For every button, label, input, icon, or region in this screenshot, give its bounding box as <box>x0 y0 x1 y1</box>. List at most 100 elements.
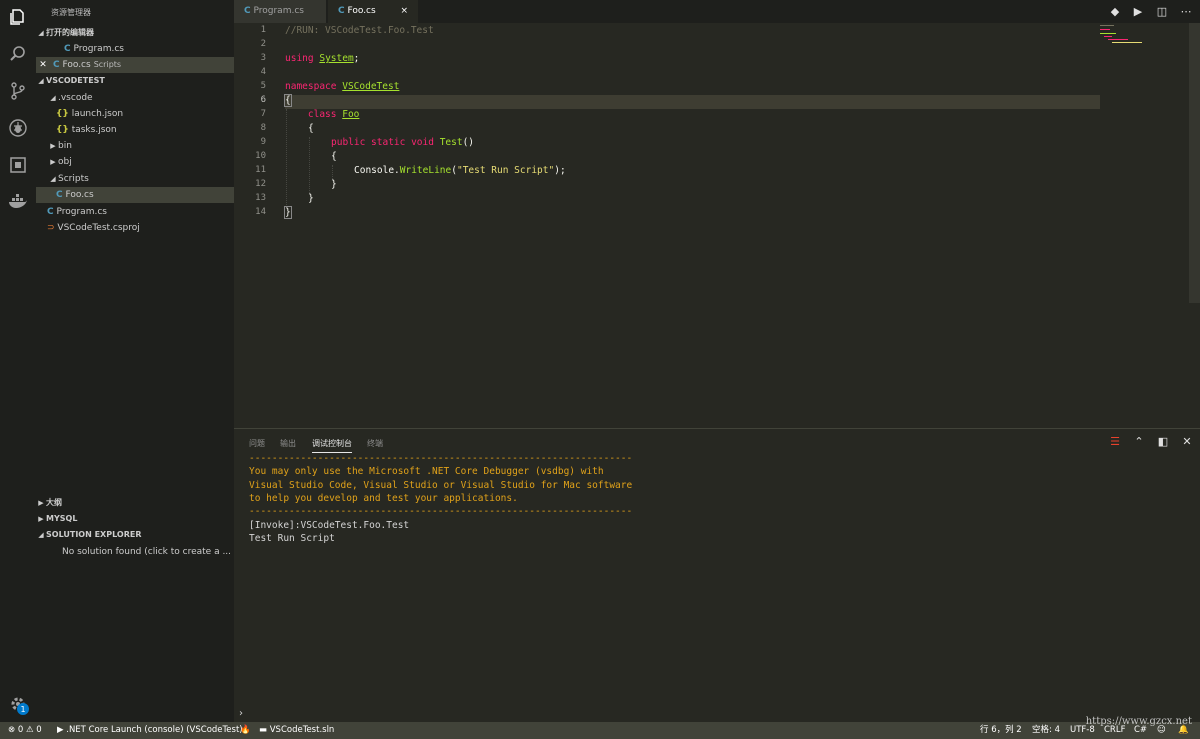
tree-folder[interactable]: ◢ .vscode <box>36 90 234 106</box>
code-line-5: namespace VSCodeTest <box>285 81 400 92</box>
source-control-icon[interactable] <box>6 79 30 103</box>
solution-explorer-header[interactable]: ◢ SOLUTION EXPLORER <box>36 527 234 543</box>
minimap[interactable] <box>1100 23 1150 63</box>
line-number: 9 <box>260 137 266 147</box>
tab-foo-cs[interactable]: C Foo.cs × <box>328 0 418 23</box>
settings-update-badge: 1 <box>17 703 29 715</box>
chevron-right-icon: ▶ <box>50 142 56 150</box>
search-icon[interactable] <box>6 42 30 66</box>
console-line: Visual Studio Code, Visual Studio or Vis… <box>249 480 633 491</box>
explorer-icon[interactable] <box>6 5 30 29</box>
indent-guide <box>332 165 333 179</box>
clear-console-icon[interactable]: ☰ <box>1108 435 1122 449</box>
tab-program-cs[interactable]: C Program.cs <box>234 0 326 23</box>
tree-file[interactable]: ⊃ VSCodeTest.csproj <box>36 220 234 236</box>
bottom-panel: 问题 输出 调试控制台 终端 ☰ ⌃ ◧ ✕ -----------------… <box>234 428 1200 723</box>
extensions-icon[interactable] <box>6 153 30 177</box>
chevron-right-icon: ▶ <box>38 515 44 523</box>
code-line-14: } <box>284 206 292 219</box>
code-line-10: { <box>331 151 337 162</box>
tree-file[interactable]: C Program.cs <box>36 204 234 220</box>
solution-selector[interactable]: ▬ VSCodeTest.sln <box>259 722 334 739</box>
code-line-12: } <box>331 179 337 190</box>
watermark: https://www.gzcx.net <box>1085 716 1192 727</box>
tree-folder[interactable]: ◢ Scripts <box>36 171 234 187</box>
open-editor-item[interactable]: C Program.cs <box>36 41 234 57</box>
editor-scrollbar[interactable] <box>1189 23 1200 303</box>
tab-close-button[interactable]: × <box>400 0 408 23</box>
chevron-down-icon: ◢ <box>38 531 44 539</box>
line-number: 4 <box>260 67 266 77</box>
docker-icon[interactable] <box>6 190 30 214</box>
indent-guide <box>309 137 310 193</box>
indentation[interactable]: 空格: 4 <box>1032 722 1060 739</box>
line-number: 5 <box>260 81 266 91</box>
chevron-down-icon: ◢ <box>38 29 44 37</box>
line-number: 2 <box>260 39 266 49</box>
line-number: 11 <box>255 165 266 175</box>
console-line: You may only use the Microsoft .NET Core… <box>249 466 604 477</box>
json-file-icon: {} <box>56 125 69 135</box>
chevron-right-icon: ▶ <box>38 499 44 507</box>
tab-problems[interactable]: 问题 <box>249 438 265 449</box>
problems-indicator[interactable]: ⊗ 0 ⚠ 0 <box>8 722 42 739</box>
open-editors-header[interactable]: ◢ 打开的编辑器 <box>36 25 234 41</box>
tab-output[interactable]: 输出 <box>280 438 296 449</box>
line-number: 6 <box>260 95 266 105</box>
close-icon[interactable]: ✕ <box>36 57 50 73</box>
json-file-icon: {} <box>56 109 69 119</box>
status-bar: ⊗ 0 ⚠ 0 ▶ .NET Core Launch (console) (VS… <box>0 716 1200 739</box>
console-line: Test Run Script <box>249 533 335 544</box>
open-editor-item[interactable]: ✕ C Foo.cs Scripts <box>36 57 234 73</box>
toggle-panel-position-icon[interactable]: ◧ <box>1156 435 1170 449</box>
line-number: 7 <box>260 109 266 119</box>
run-icon[interactable]: ▶ <box>1130 4 1146 20</box>
debug-icon[interactable] <box>6 116 30 140</box>
cursor-position[interactable]: 行 6，列 2 <box>980 722 1022 739</box>
outline-header[interactable]: ▶ 大纲 <box>36 495 234 511</box>
code-line-13: } <box>308 193 314 204</box>
mysql-header[interactable]: ▶ MYSQL <box>36 511 234 527</box>
console-line: to help you develop and test your applic… <box>249 493 518 504</box>
code-runner-icon[interactable]: ◆ <box>1107 4 1123 20</box>
sidebar-title: 资源管理器 <box>51 8 91 17</box>
play-icon: ▶ <box>57 725 64 735</box>
chevron-down-icon: ◢ <box>50 94 56 102</box>
activity-bar: 1 <box>0 0 36 722</box>
code-editor[interactable]: 1 2 3 4 5 6 7 8 9 10 11 12 13 14 //RUN: … <box>234 23 1200 428</box>
close-panel-icon[interactable]: ✕ <box>1180 435 1194 449</box>
more-actions-icon[interactable]: ⋯ <box>1178 4 1194 20</box>
csharp-file-icon: C <box>244 6 251 16</box>
tree-folder[interactable]: ▶ obj <box>36 154 234 170</box>
rss-file-icon: ⊃ <box>47 223 55 233</box>
chevron-up-icon[interactable]: ⌃ <box>1132 435 1146 449</box>
console-line: ----------------------------------------… <box>249 453 633 464</box>
line-number: 13 <box>255 193 266 203</box>
tree-folder[interactable]: ▶ bin <box>36 138 234 154</box>
folder-icon: ▬ <box>259 725 268 735</box>
explorer-sidebar: 资源管理器 ◢ 打开的编辑器 C Program.cs ✕ C Foo.cs Scri… <box>36 0 234 722</box>
line-number: 14 <box>255 207 266 217</box>
csharp-file-icon: C <box>338 6 345 16</box>
console-input[interactable]: › <box>239 708 243 719</box>
current-line-highlight <box>285 95 1100 109</box>
console-line: [Invoke]:VSCodeTest.Foo.Test <box>249 520 410 531</box>
chevron-right-icon: ▶ <box>50 158 56 166</box>
code-line-3: using System; <box>285 53 360 64</box>
csharp-file-icon: C <box>64 44 71 54</box>
tab-debug-console[interactable]: 调试控制台 <box>312 438 352 453</box>
code-line-6: { <box>284 94 292 107</box>
project-header[interactable]: ◢ VSCODETEST <box>36 73 234 89</box>
debug-launch-config[interactable]: ▶ .NET Core Launch (console) (VSCodeTest… <box>57 722 243 739</box>
code-line-11: Console.WriteLine("Test Run Script"); <box>354 165 566 176</box>
tree-file[interactable]: {} launch.json <box>36 106 234 122</box>
tab-terminal[interactable]: 终端 <box>367 438 383 449</box>
tree-file[interactable]: {} tasks.json <box>36 122 234 138</box>
tree-file[interactable]: C Foo.cs <box>36 187 234 203</box>
split-editor-icon[interactable]: ◫ <box>1154 4 1170 20</box>
line-number: 8 <box>260 123 266 133</box>
chevron-down-icon: ◢ <box>38 77 44 85</box>
code-line-7: class Foo <box>307 109 360 120</box>
solution-message[interactable]: No solution found (click to create a ... <box>62 544 232 560</box>
flame-icon[interactable]: 🔥 <box>240 722 251 739</box>
